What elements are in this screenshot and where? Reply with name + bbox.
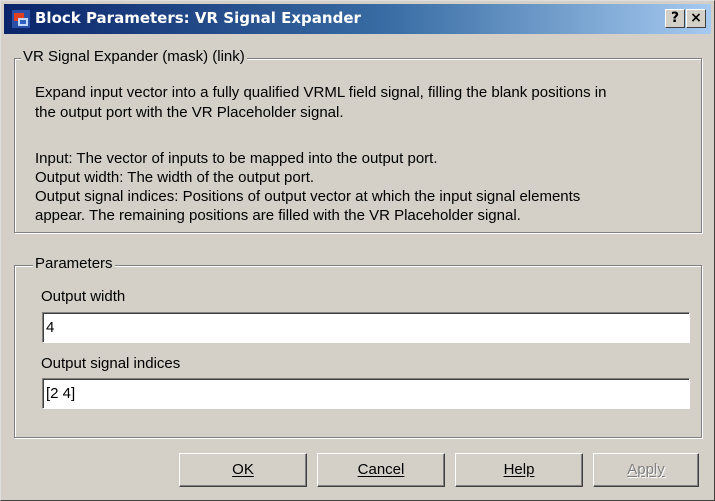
description-line: the output port with the VR Placeholder … xyxy=(35,104,344,121)
close-button[interactable]: × xyxy=(686,9,706,28)
description-line: Input: The vector of inputs to be mapped… xyxy=(35,150,438,167)
output-signal-indices-field[interactable]: [2 4] xyxy=(42,378,690,409)
title-bar[interactable]: Block Parameters: VR Signal Expander ? × xyxy=(4,4,711,34)
help-button[interactable]: Help xyxy=(455,453,583,487)
description-line: Output signal indices: Positions of outp… xyxy=(35,188,581,205)
description-line: Expand input vector into a fully qualifi… xyxy=(35,84,607,101)
block-parameters-dialog: Block Parameters: VR Signal Expander ? ×… xyxy=(0,0,715,501)
cancel-button-label: Cancel xyxy=(357,461,405,478)
apply-button[interactable]: Apply xyxy=(593,453,699,487)
simulink-block-icon xyxy=(12,10,30,28)
window-title: Block Parameters: VR Signal Expander xyxy=(35,9,361,27)
output-width-label: Output width xyxy=(41,288,126,305)
ok-button-label: OK xyxy=(232,461,254,478)
description-line: appear. The remaining positions are fill… xyxy=(35,207,521,224)
help-context-button[interactable]: ? xyxy=(665,9,685,28)
cancel-button[interactable]: Cancel xyxy=(317,453,445,487)
help-button-label: Help xyxy=(503,461,535,478)
mask-group-legend: VR Signal Expander (mask) (link) xyxy=(21,48,247,65)
output-width-field[interactable]: 4 xyxy=(42,312,690,343)
mask-description-group: VR Signal Expander (mask) (link) Expand … xyxy=(14,48,702,233)
description-line: Output width: The width of the output po… xyxy=(35,169,315,186)
apply-button-label: Apply xyxy=(627,461,665,478)
ok-button[interactable]: OK xyxy=(179,453,307,487)
parameters-legend: Parameters xyxy=(33,255,115,272)
output-signal-indices-label: Output signal indices xyxy=(41,355,181,372)
parameters-group: Parameters Output width 4 Output signal … xyxy=(14,255,702,438)
